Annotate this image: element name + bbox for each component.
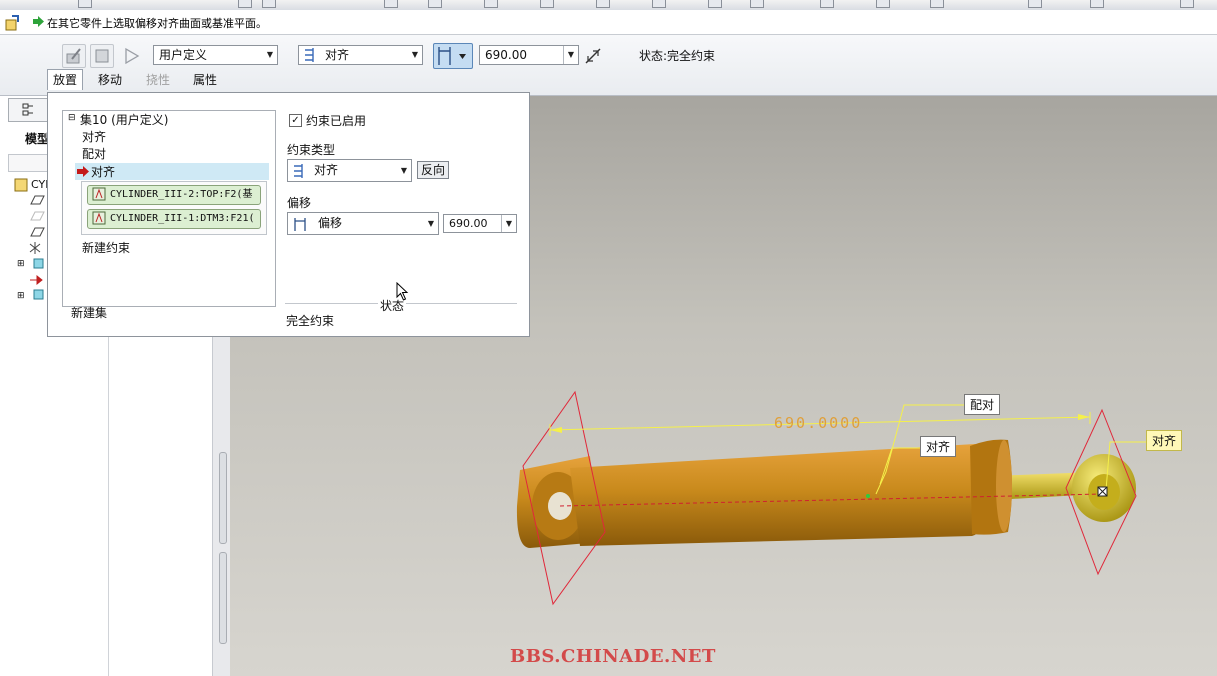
toolbar-icon[interactable]	[428, 0, 442, 8]
new-set-link[interactable]: 新建集	[71, 304, 107, 321]
constraint-type-select[interactable]: 对齐 ▼	[298, 45, 423, 65]
align-icon	[305, 48, 314, 62]
tree-selected-row[interactable]: 对齐	[75, 163, 269, 180]
chevron-down-icon: ▼	[501, 215, 516, 232]
tab-flexibility: 挠性	[146, 73, 171, 87]
constraint-tree[interactable]: ⊟ 集10 (用户定义) 对齐 配对 对齐 CYLINDER_III-2:TOP…	[62, 110, 276, 320]
annotation-mate[interactable]: 配对	[964, 394, 1001, 415]
tree-constraint-align-1[interactable]: 对齐	[82, 128, 106, 145]
constraint-type-dropdown[interactable]: 对齐 ▼	[287, 159, 412, 182]
toolbar-icon[interactable]	[1180, 0, 1194, 8]
model-tree-tab[interactable]	[8, 98, 48, 122]
plane-icon	[92, 187, 106, 201]
expand-icon[interactable]: ⊞	[17, 291, 25, 301]
sash-handle[interactable]	[219, 552, 227, 644]
placement-panel: ⊟ 集10 (用户定义) 对齐 配对 对齐 CYLINDER_III-2:TOP…	[47, 92, 530, 337]
chevron-down-icon: ▼	[400, 166, 408, 175]
auto-place-button[interactable]	[62, 44, 86, 68]
toolbar-icon[interactable]	[1090, 0, 1104, 8]
window-button[interactable]	[90, 44, 114, 68]
toolbar-icon[interactable]	[708, 0, 722, 8]
constraint-enabled-label: 约束已启用	[306, 114, 367, 128]
toolbar-icon[interactable]	[876, 0, 890, 8]
align-icon	[294, 164, 303, 178]
reference-assembly[interactable]: CYLINDER_III-1:DTM3:F21(	[87, 209, 261, 229]
chevron-down-icon: ▼	[563, 46, 578, 64]
tab-move[interactable]: 移动	[93, 70, 127, 90]
status-value: 完全约束	[286, 314, 335, 328]
chevron-down-icon: ▼	[266, 50, 274, 59]
offset-type-dropdown[interactable]: 偏移 ▼	[287, 212, 439, 235]
toolbar-icon[interactable]	[1028, 0, 1042, 8]
tab-properties[interactable]: 属性	[188, 70, 222, 90]
datum-icons	[29, 195, 45, 300]
tree-constraint-align-2: 对齐	[91, 165, 116, 179]
tree-set-label[interactable]: 集10 (用户定义)	[80, 111, 168, 128]
set-type-select[interactable]: 用户定义 ▼	[153, 45, 278, 65]
assembly-icon	[5, 15, 19, 31]
offset-type-button[interactable]	[433, 43, 473, 69]
status-message: 在其它零件上选取偏移对齐曲面或基准平面。	[47, 17, 267, 30]
cylinder-barrel	[570, 444, 991, 546]
flip-button[interactable]: 反向	[417, 161, 449, 179]
chevron-down-icon: ▼	[411, 50, 419, 59]
offset-icon	[294, 218, 306, 231]
offset-distance-value: 690.00	[449, 217, 488, 230]
toolbar-icon[interactable]	[262, 0, 276, 8]
pencil-icon	[66, 48, 81, 64]
offset-type-value: 偏移	[318, 216, 343, 230]
collapse-icon[interactable]: ⊟	[68, 113, 76, 123]
window-icon	[95, 49, 109, 63]
chevron-down-icon: ▼	[427, 219, 435, 228]
constraint-enabled-checkbox[interactable]: ✓	[289, 114, 302, 127]
dashboard-status: 状态:完全约束	[639, 49, 716, 63]
toolbar-icon[interactable]	[596, 0, 610, 8]
offset-icon	[438, 47, 466, 65]
toolbar-icon[interactable]	[384, 0, 398, 8]
assembly-icon	[14, 178, 28, 192]
flip-icon[interactable]	[584, 47, 602, 65]
annotation-align[interactable]: 对齐	[920, 436, 957, 457]
constraint-type-label: 约束类型	[287, 143, 336, 157]
offset-value: 690.00	[485, 48, 527, 62]
toolbar-icon[interactable]	[652, 0, 666, 8]
set-type-value: 用户定义	[159, 48, 208, 62]
reference-point	[866, 494, 870, 498]
front-cap-face	[996, 440, 1012, 532]
watermark: BBS.CHINADE.NET	[510, 646, 716, 667]
expand-icon[interactable]: ⊞	[17, 259, 25, 269]
model-tree-title: 模型	[25, 132, 50, 146]
offset-value-input[interactable]: 690.00 ▼	[479, 45, 579, 65]
toolbar-icon[interactable]	[750, 0, 764, 8]
new-constraint-link[interactable]: 新建约束	[82, 239, 130, 256]
message-bar: 在其它零件上选取偏移对齐曲面或基准平面。	[0, 10, 1217, 35]
toolbar-icon[interactable]	[238, 0, 252, 8]
reference-component[interactable]: CYLINDER_III-2:TOP:F2(基	[87, 185, 261, 205]
offset-distance-input[interactable]: 690.00 ▼	[443, 214, 517, 233]
mouse-cursor-icon	[396, 282, 409, 301]
toolbar-icon[interactable]	[820, 0, 834, 8]
reference-component-label: CYLINDER_III-2:TOP:F2(基	[110, 189, 253, 200]
tree-icon	[22, 103, 33, 116]
plane-icon	[92, 211, 106, 225]
component-placement-dashboard: 用户定义 ▼ 对齐 ▼ 690.00 ▼ 状态:完全约束	[0, 35, 1217, 96]
annotation-align-right[interactable]: 对齐	[1146, 430, 1183, 451]
toolbar-icon[interactable]	[484, 0, 498, 8]
tree-constraint-mate[interactable]: 配对	[82, 145, 106, 162]
toolbar-icon[interactable]	[540, 0, 554, 8]
offset-label: 偏移	[287, 196, 312, 210]
reference-assembly-label: CYLINDER_III-1:DTM3:F21(	[110, 213, 255, 224]
constraint-type-value: 对齐	[325, 48, 350, 62]
flag-icon[interactable]	[122, 46, 142, 66]
toolbar-icon[interactable]	[78, 0, 92, 8]
toolbar-icon[interactable]	[930, 0, 944, 8]
constraint-type-dropdown-value: 对齐	[314, 163, 339, 177]
sash-handle[interactable]	[219, 452, 227, 544]
dimension-value[interactable]: 690.0000	[774, 414, 862, 432]
tab-placement[interactable]: 放置	[47, 69, 84, 90]
active-arrow-icon	[77, 166, 89, 177]
arrow-right-icon	[33, 16, 44, 27]
